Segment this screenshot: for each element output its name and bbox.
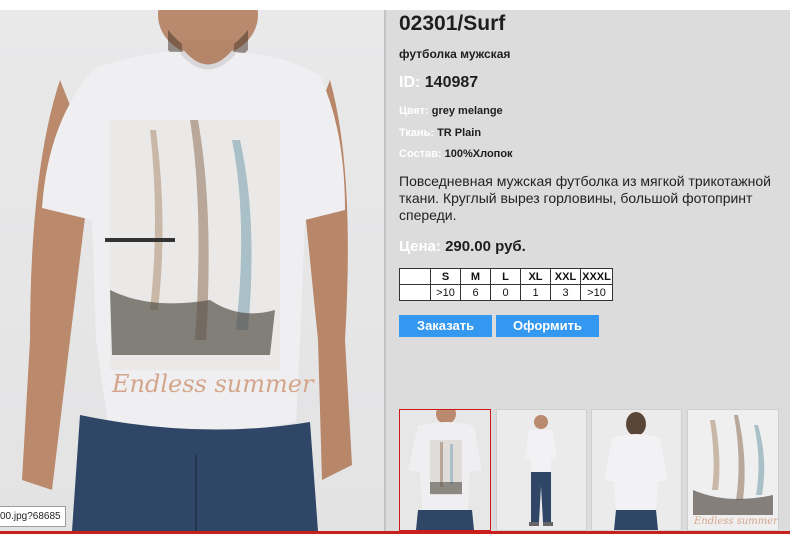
size-header-cell: XXL <box>550 268 581 285</box>
composition-label: Состав: <box>399 148 442 160</box>
size-stock-cell: >10 <box>430 284 461 301</box>
thumbnail-full-body[interactable] <box>496 409 587 531</box>
order-button[interactable]: Заказать <box>399 315 492 337</box>
id-value: 140987 <box>424 74 479 91</box>
size-header-row: S M L XL XXL XXXL <box>399 268 613 285</box>
thumbnail-print-text: Endless summer <box>693 516 778 527</box>
main-product-image[interactable]: Endless summer <box>0 10 384 531</box>
size-header-cell: M <box>460 268 491 285</box>
composition-row: Состав: 100%Хлопок <box>399 148 513 160</box>
thumbnail-full-body-image <box>497 410 586 530</box>
size-stock-cell: >10 <box>580 284 613 301</box>
status-url-tooltip: 00.jpg?68685 <box>0 506 66 527</box>
thumbnail-front-image <box>400 410 490 530</box>
price-value: 290.00 руб. <box>445 238 526 255</box>
size-stock-row: >10 6 0 1 3 >10 <box>399 284 613 301</box>
color-label: Цвет: <box>399 105 429 117</box>
model-photo: Endless summer <box>22 10 352 531</box>
print-text: Endless summer <box>111 370 315 398</box>
price-row: Цена: 290.00 руб. <box>399 238 526 255</box>
thumbnail-print-closeup[interactable]: Endless summer <box>687 409 779 531</box>
size-stock-cell: 3 <box>550 284 581 301</box>
color-row: Цвет: grey melange <box>399 105 503 117</box>
thumbnail-back-image <box>592 410 681 530</box>
size-header-cell: L <box>490 268 521 285</box>
product-subtitle: футболка мужская <box>399 47 511 61</box>
size-table: S M L XL XXL XXXL >10 6 0 1 3 >10 <box>399 268 613 301</box>
thumbnail-back[interactable] <box>591 409 682 531</box>
pane-divider <box>384 10 386 531</box>
price-label: Цена: <box>399 238 441 255</box>
jeans-fly <box>195 455 197 531</box>
size-stock-cell: 0 <box>490 284 521 301</box>
size-stock-cell: 1 <box>520 284 551 301</box>
thumbnail-front[interactable] <box>399 409 491 531</box>
product-id-row: ID: 140987 <box>399 74 478 92</box>
fabric-row: Ткань: TR Plain <box>399 127 481 139</box>
id-label: ID: <box>399 74 421 91</box>
fabric-value: TR Plain <box>437 127 482 139</box>
product-title: 02301/Surf <box>399 12 506 35</box>
top-bar <box>0 0 790 10</box>
composition-value: 100%Хлопок <box>444 148 513 160</box>
size-header-cell <box>399 268 431 285</box>
color-value: grey melange <box>431 105 503 117</box>
fabric-label: Ткань: <box>399 127 434 139</box>
checkout-button[interactable]: Оформить <box>496 315 599 337</box>
print-fence <box>105 238 175 242</box>
product-description: Повседневная мужская футболка из мягкой … <box>399 173 772 223</box>
size-stock-cell: 6 <box>460 284 491 301</box>
size-header-cell: XXXL <box>580 268 613 285</box>
thumbnail-print-closeup-image: Endless summer <box>688 410 778 530</box>
size-stock-cell <box>399 284 431 301</box>
size-header-cell: S <box>430 268 461 285</box>
size-header-cell: XL <box>520 268 551 285</box>
